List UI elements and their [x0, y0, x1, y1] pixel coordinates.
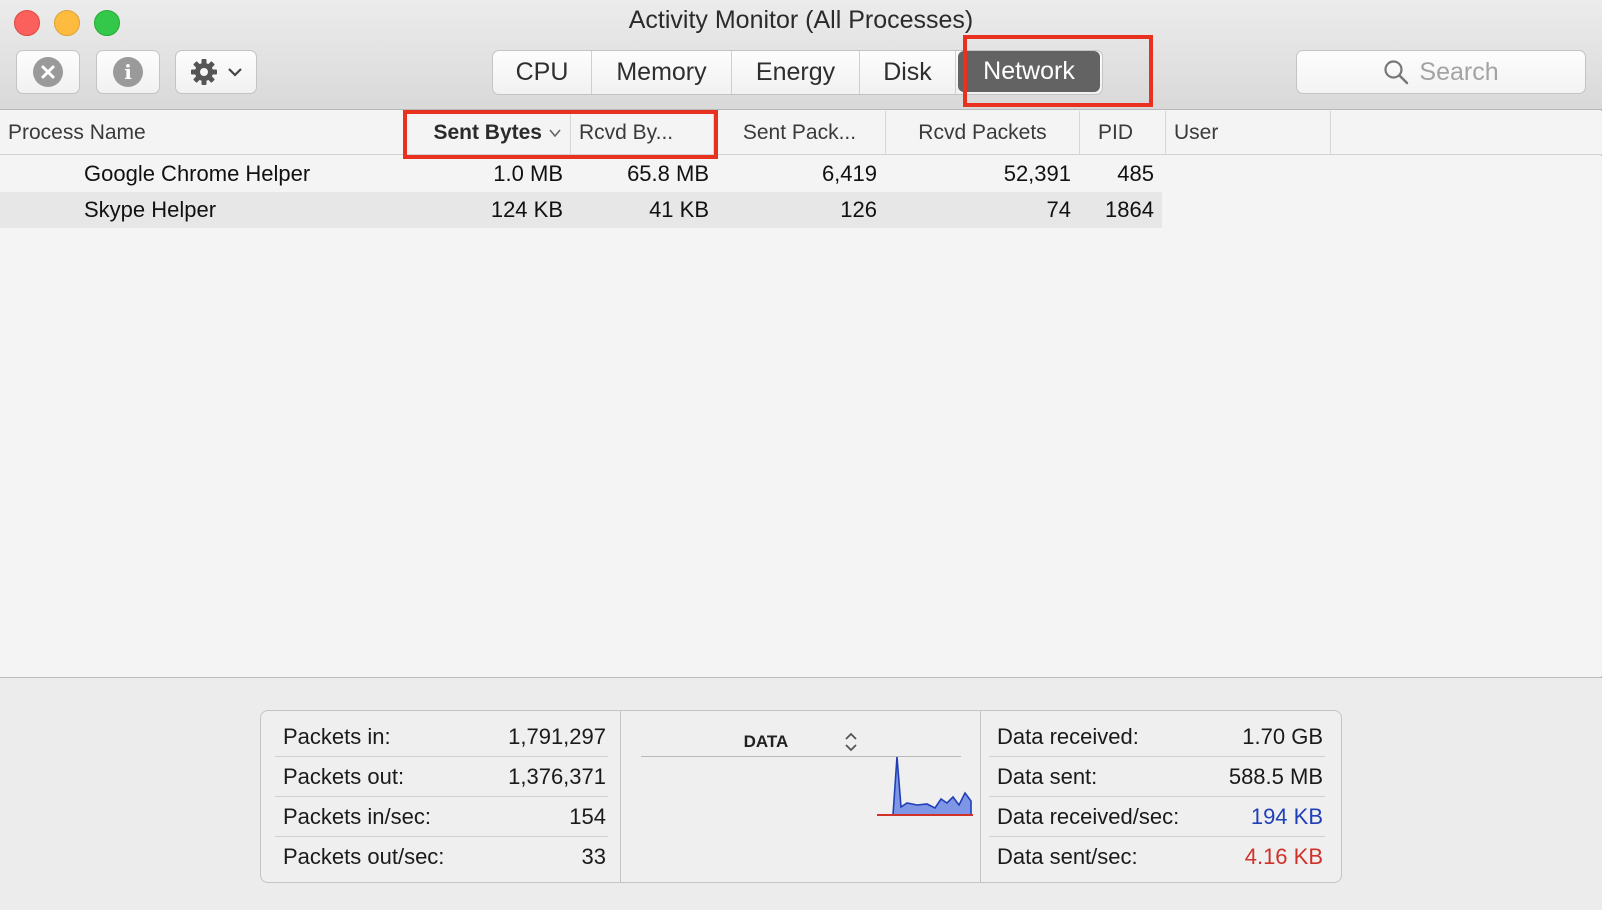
stat-data-received: Data received: 1.70 GB [989, 717, 1325, 757]
stat-label: Packets out/sec: [283, 844, 445, 869]
column-header-sent-bytes[interactable]: Sent Bytes [407, 111, 571, 155]
data-stats: Data received: 1.70 GB Data sent: 588.5 MB… [981, 711, 1341, 882]
search-field[interactable]: Search [1296, 50, 1586, 94]
network-summary-panel: Packets in: 1,791,297 Packets out: 1,376,3… [260, 710, 1342, 883]
column-label: User [1174, 121, 1219, 144]
tab-disk[interactable]: Disk [860, 51, 956, 94]
stat-value: 4.16 KB [1244, 844, 1323, 869]
tab-energy[interactable]: Energy [732, 51, 860, 94]
pid-cell: 485 [1117, 161, 1154, 186]
stat-packets-out-sec: Packets out/sec: 33 [275, 837, 608, 877]
column-header-process-name[interactable]: Process Name [0, 111, 407, 155]
stat-value: 1,791,297 [508, 723, 606, 749]
stat-packets-out: Packets out: 1,376,371 [275, 757, 608, 797]
stat-value: 33 [581, 844, 606, 869]
table-row[interactable]: Skype Helper 124 KB 41 KB 126 74 1864 [0, 192, 1162, 228]
stat-label: Data received: [997, 723, 1139, 749]
stat-data-sent-sec: Data sent/sec: 4.16 KB [989, 837, 1325, 877]
column-label: Rcvd Packets [918, 121, 1047, 144]
column-label: Sent Pack... [742, 121, 857, 144]
column-label: Sent Bytes [433, 121, 542, 144]
stat-label: Packets in/sec: [283, 803, 431, 829]
pid-cell: 1864 [1105, 197, 1154, 222]
rcvd-bytes-cell: 65.8 MB [627, 161, 709, 186]
stat-label: Packets out: [283, 763, 405, 789]
sent-bytes-cell: 124 KB [490, 197, 563, 222]
search-icon [1384, 60, 1409, 85]
column-label: Rcvd By... [579, 121, 674, 144]
info-icon: i [113, 57, 143, 87]
sent-packets-cell: 6,419 [821, 161, 877, 186]
stat-value: 194 KB [1250, 803, 1323, 829]
rcvd-packets-cell: 74 [1046, 197, 1071, 222]
tab-network[interactable]: Network [958, 51, 1100, 92]
column-header-user[interactable]: User [1166, 111, 1331, 155]
rcvd-bytes-cell: 41 KB [649, 197, 709, 222]
sent-bytes-cell: 1.0 MB [493, 161, 563, 186]
received-data-area [879, 756, 972, 816]
column-header-pid[interactable]: PID [1080, 111, 1166, 155]
inspect-process-button[interactable]: i [96, 50, 160, 94]
stat-value: 154 [569, 803, 606, 829]
stat-label: Packets in: [283, 723, 391, 749]
stat-label: Data received/sec: [997, 803, 1180, 829]
column-header-sent-packets[interactable]: Sent Pack... [714, 111, 886, 155]
search-placeholder: Search [1419, 57, 1499, 86]
tab-memory[interactable]: Memory [592, 51, 732, 94]
stat-packets-in: Packets in: 1,791,297 [275, 717, 608, 757]
quit-process-button[interactable] [16, 50, 80, 94]
activity-monitor-window: Activity Monitor (All Processes) i CPU M… [0, 0, 1602, 910]
column-header-rcvd-bytes[interactable]: Rcvd By... [571, 111, 714, 155]
view-tabs: CPU Memory Energy Disk Network [492, 50, 1103, 95]
column-label: PID [1098, 121, 1134, 144]
packets-stats: Packets in: 1,791,297 Packets out: 1,376,3… [261, 711, 621, 882]
stat-value: 1.70 GB [1242, 723, 1323, 749]
process-name-cell: Google Chrome Helper [84, 161, 311, 186]
toolbar: Activity Monitor (All Processes) i CPU M… [0, 0, 1602, 110]
action-menu-button[interactable] [175, 50, 257, 94]
stat-value: 1,376,371 [508, 763, 606, 789]
stat-label: Data sent/sec: [997, 844, 1138, 869]
table-header: Process Name Sent Bytes Rcvd By... Sent … [0, 111, 1602, 155]
window-title: Activity Monitor (All Processes) [628, 6, 974, 34]
network-summary-area: Packets in: 1,791,297 Packets out: 1,376,3… [0, 677, 1602, 910]
network-graph: DATA [621, 711, 981, 882]
column-label: Process Name [8, 121, 146, 144]
stat-label: Data sent: [997, 763, 1098, 789]
column-header-rcvd-packets[interactable]: Rcvd Packets [886, 111, 1080, 155]
rcvd-packets-cell: 52,391 [1003, 161, 1071, 186]
process-table: Google Chrome Helper 1.0 MB 65.8 MB 6,41… [0, 156, 1602, 676]
tab-cpu[interactable]: CPU [493, 51, 592, 94]
stat-packets-in-sec: Packets in/sec: 154 [275, 797, 608, 837]
stop-x-icon [33, 57, 63, 87]
sent-packets-cell: 126 [840, 197, 877, 222]
stat-data-sent: Data sent: 588.5 MB [989, 757, 1325, 797]
process-name-cell: Skype Helper [84, 197, 217, 222]
table-row[interactable]: Google Chrome Helper 1.0 MB 65.8 MB 6,41… [0, 156, 1162, 192]
stat-data-received-sec: Data received/sec: 194 KB [989, 797, 1325, 837]
sort-descending-icon [549, 129, 561, 138]
gear-icon [191, 59, 217, 85]
stat-value: 588.5 MB [1228, 763, 1323, 789]
chevron-down-icon [228, 68, 242, 77]
network-activity-graph [877, 756, 973, 816]
